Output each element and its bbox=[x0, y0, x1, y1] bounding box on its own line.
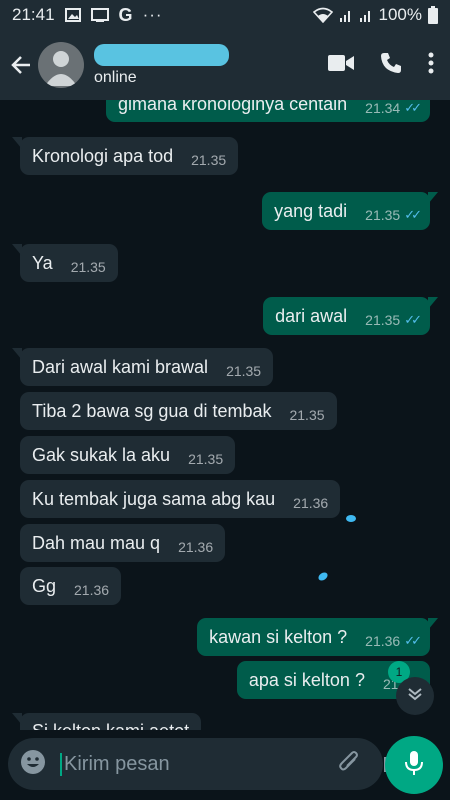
scroll-to-bottom-button[interactable] bbox=[396, 677, 434, 715]
message-outgoing[interactable]: yang tadi 21.35 ✓✓ bbox=[262, 192, 438, 230]
message-input[interactable] bbox=[60, 752, 329, 776]
message-outgoing[interactable]: gimana kronologinya centain 21.34 ✓✓ bbox=[106, 100, 430, 122]
battery-icon bbox=[428, 6, 438, 24]
message-list[interactable]: gimana kronologinya centain 21.34 ✓✓ Kron… bbox=[0, 100, 450, 730]
read-receipt-icon: ✓✓ bbox=[404, 633, 422, 648]
cast-icon bbox=[90, 7, 109, 23]
more-dots-icon: ··· bbox=[142, 5, 163, 24]
google-icon: G bbox=[118, 4, 133, 25]
read-receipt-icon: ✓✓ bbox=[404, 312, 422, 327]
contact-name-redacted bbox=[94, 44, 229, 66]
wifi-icon bbox=[312, 7, 333, 23]
message-incoming[interactable]: Gak sukak la aku 21.35 bbox=[20, 436, 236, 474]
message-incoming[interactable]: Ku tembak juga sama abg kau 21.36 bbox=[20, 480, 341, 518]
contact-info[interactable]: online bbox=[94, 40, 284, 90]
clock: 21:41 bbox=[12, 5, 55, 24]
scribble-mark bbox=[346, 515, 356, 522]
voice-record-button[interactable] bbox=[385, 736, 443, 794]
video-call-icon[interactable] bbox=[328, 54, 354, 77]
mic-icon bbox=[404, 750, 424, 781]
message-incoming[interactable]: Kronologi apa tod 21.35 bbox=[11, 137, 239, 175]
composer bbox=[0, 730, 450, 800]
chat-header: online bbox=[0, 30, 450, 100]
double-chevron-down-icon bbox=[407, 687, 423, 706]
overflow-menu-icon[interactable] bbox=[428, 52, 434, 79]
phone-call-icon[interactable] bbox=[380, 52, 402, 79]
message-incoming[interactable]: Si kelton kami aetot bbox=[11, 713, 202, 730]
message-incoming[interactable]: Tiba 2 bawa sg gua di tembak 21.35 bbox=[20, 392, 337, 430]
read-receipt-icon: ✓✓ bbox=[404, 207, 422, 222]
attach-icon[interactable] bbox=[337, 749, 361, 780]
signal-icon bbox=[359, 7, 373, 23]
message-incoming[interactable]: Ya 21.35 bbox=[12, 244, 118, 282]
avatar[interactable] bbox=[38, 42, 84, 88]
read-receipt-icon: ✓✓ bbox=[404, 100, 422, 115]
message-input-container bbox=[8, 738, 408, 790]
signal-icon bbox=[339, 7, 353, 23]
emoji-icon[interactable] bbox=[20, 749, 46, 780]
message-outgoing[interactable]: dari awal 21.35 ✓✓ bbox=[263, 297, 438, 335]
message-incoming[interactable]: Dari awal kami brawal 21.35 bbox=[11, 348, 274, 386]
status-bar: 21:41 G ··· 100% bbox=[0, 0, 450, 30]
battery-level: 100% bbox=[378, 5, 422, 24]
image-icon bbox=[64, 7, 81, 23]
message-outgoing[interactable]: kawan si kelton ? 21.36 ✓✓ bbox=[197, 618, 438, 656]
scribble-mark bbox=[316, 570, 330, 583]
back-arrow-icon[interactable] bbox=[6, 45, 36, 85]
message-incoming[interactable]: Dah mau mau q 21.36 bbox=[20, 524, 226, 562]
contact-status: online bbox=[94, 69, 137, 86]
message-incoming[interactable]: Gg 21.36 bbox=[20, 567, 122, 605]
